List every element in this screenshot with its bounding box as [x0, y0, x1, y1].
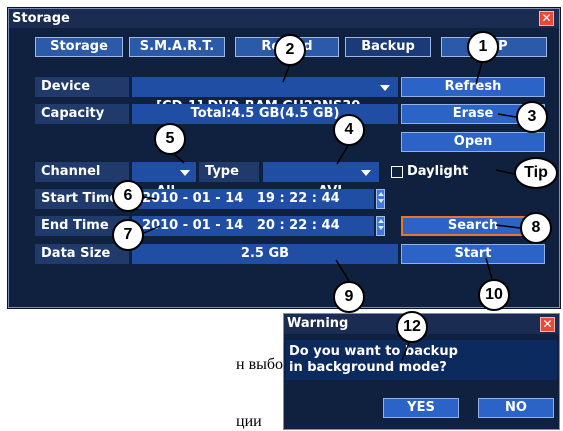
close-icon[interactable]: ✕ [540, 317, 555, 332]
open-button[interactable]: Open [401, 132, 545, 152]
callout-7: 7 [112, 219, 144, 251]
refresh-button[interactable]: Refresh [401, 77, 545, 97]
type-select[interactable]: AVI [263, 162, 379, 199]
callout-4: 4 [333, 114, 365, 146]
callout-2: 2 [274, 34, 306, 66]
chevron-down-icon [380, 85, 390, 91]
daylight-checkbox[interactable] [391, 166, 403, 178]
data-size-label: Data Size [35, 244, 129, 264]
callout-12: 12 [396, 311, 428, 343]
callout-6: 6 [112, 180, 144, 212]
start-time-spinner[interactable] [376, 189, 385, 209]
callout-9: 9 [333, 281, 365, 313]
callout-1: 1 [467, 31, 499, 63]
callout-8: 8 [520, 212, 552, 244]
chevron-down-icon [180, 170, 190, 176]
end-time-input[interactable]: 2010 - 01 - 14 20 : 22 : 44 [132, 216, 374, 236]
callout-10: 10 [478, 279, 510, 311]
tab-storage[interactable]: Storage [35, 37, 123, 57]
dialog-message-line-1: Do you want to backup [289, 344, 458, 359]
yes-button[interactable]: YES [383, 398, 459, 418]
callout-5: 5 [154, 123, 186, 155]
channel-label: Channel [35, 162, 129, 182]
start-button[interactable]: Start [401, 244, 545, 264]
capacity-label: Capacity [35, 104, 129, 124]
tab-backup[interactable]: Backup [345, 37, 431, 57]
dialog-message: Do you want to backup in background mode… [286, 340, 557, 380]
window-title: Storage [9, 9, 559, 28]
data-size-value: 2.5 GB [132, 244, 398, 264]
tab-smart[interactable]: S.M.A.R.T. [129, 37, 225, 57]
callout-3: 3 [516, 101, 548, 133]
callout-tip: Tip [514, 157, 558, 189]
type-label: Type [199, 162, 259, 182]
device-label: Device [35, 77, 129, 97]
daylight-label: Daylight [407, 164, 469, 179]
channel-select[interactable]: All [132, 162, 196, 199]
background-text-line-2: ции [236, 413, 262, 430]
device-select[interactable]: [CD-1] DVD-RAM GH22NS30 [132, 77, 398, 114]
end-time-spinner[interactable] [376, 216, 385, 236]
close-icon[interactable]: ✕ [539, 11, 554, 26]
dialog-message-line-2: in background mode? [289, 360, 447, 375]
start-time-input[interactable]: 2010 - 01 - 14 19 : 22 : 44 [132, 189, 374, 209]
chevron-down-icon [361, 170, 371, 176]
no-button[interactable]: NO [478, 398, 554, 418]
